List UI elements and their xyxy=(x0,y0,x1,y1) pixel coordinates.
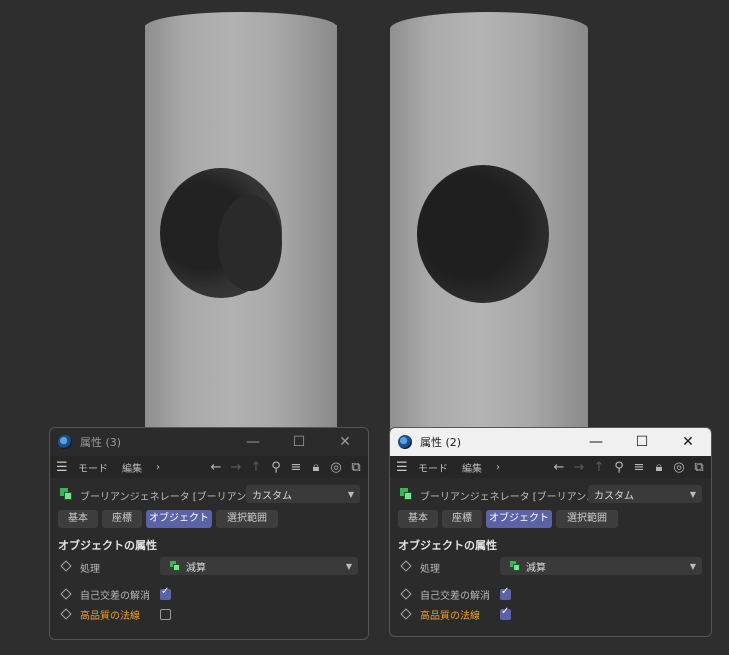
title-bar[interactable]: 属性 (3) — ☐ ✕ xyxy=(50,428,368,456)
window-title: 属性 (3) xyxy=(80,436,122,449)
up-arrow-icon[interactable]: ↑ xyxy=(248,460,264,475)
forward-arrow-icon[interactable]: → xyxy=(228,460,244,475)
keyframe-diamond-icon[interactable] xyxy=(400,608,412,620)
target-icon[interactable]: ◎ xyxy=(328,460,344,475)
menu-mode[interactable]: モード xyxy=(78,460,108,475)
fix-intersection-checkbox[interactable] xyxy=(160,586,171,600)
boolean-object-icon xyxy=(400,488,412,500)
search-icon[interactable]: ⚲ xyxy=(611,460,627,475)
chevron-right-icon[interactable]: › xyxy=(496,462,500,473)
menu-bar: ☰ モード 編集 › ← → ↑ ⚲ ≡ 🔒︎ ◎ ⧉ xyxy=(50,456,368,478)
cylinder-right-hole xyxy=(417,165,549,303)
tab-basic[interactable]: 基本 xyxy=(398,510,438,528)
tab-selection[interactable]: 選択範囲 xyxy=(556,510,618,528)
close-icon[interactable]: ✕ xyxy=(322,428,368,456)
menu-edit[interactable]: 編集 xyxy=(462,460,482,475)
keyframe-diamond-icon[interactable] xyxy=(400,588,412,600)
hamburger-icon[interactable]: ☰ xyxy=(56,460,70,475)
maximize-icon[interactable]: ☐ xyxy=(619,428,665,456)
high-quality-normals-checkbox[interactable] xyxy=(500,606,511,620)
attribute-panel-left: 属性 (3) — ☐ ✕ ☰ モード 編集 › ← → ↑ ⚲ ≡ 🔒︎ ◎ ⧉… xyxy=(49,427,369,640)
keyframe-diamond-icon[interactable] xyxy=(60,608,72,620)
chevron-down-icon: ▼ xyxy=(347,489,354,499)
boolean-subtract-icon xyxy=(510,561,520,571)
boolean-subtract-icon xyxy=(170,561,180,571)
preset-value: カスタム xyxy=(594,490,634,502)
lock-icon[interactable]: 🔒︎ xyxy=(651,460,667,475)
preset-dropdown[interactable]: カスタム ▼ xyxy=(588,485,702,503)
target-icon[interactable]: ◎ xyxy=(671,460,687,475)
preset-dropdown[interactable]: カスタム ▼ xyxy=(246,485,360,503)
attribute-panel-right: 属性 (2) — ☐ ✕ ☰ モード 編集 › ← → ↑ ⚲ ≡ 🔒︎ ◎ ⧉… xyxy=(389,427,712,637)
close-icon[interactable]: ✕ xyxy=(665,428,711,456)
new-window-icon[interactable]: ⧉ xyxy=(348,460,364,475)
back-arrow-icon[interactable]: ← xyxy=(551,460,567,475)
menu-edit[interactable]: 編集 xyxy=(122,460,142,475)
cylinder-left-hole-inner xyxy=(218,195,282,291)
minimize-icon[interactable]: — xyxy=(573,428,619,456)
mode-dropdown[interactable]: 減算 ▼ xyxy=(500,557,702,575)
keyframe-diamond-icon[interactable] xyxy=(60,588,72,600)
menu-mode[interactable]: モード xyxy=(418,460,448,475)
filter-icon[interactable]: ≡ xyxy=(288,460,304,475)
section-title: オブジェクトの属性 xyxy=(58,539,157,552)
fix-intersection-checkbox[interactable] xyxy=(500,586,511,600)
cinema4d-icon xyxy=(398,435,412,449)
chevron-right-icon[interactable]: › xyxy=(156,462,160,473)
high-quality-normals-label: 高品質の法線 xyxy=(420,611,480,622)
mode-dropdown[interactable]: 減算 ▼ xyxy=(160,557,358,575)
tab-basic[interactable]: 基本 xyxy=(58,510,98,528)
fix-intersection-label: 自己交差の解消 xyxy=(80,591,150,602)
keyframe-diamond-icon[interactable] xyxy=(400,560,412,572)
menu-bar: ☰ モード 編集 › ← → ↑ ⚲ ≡ 🔒︎ ◎ ⧉ xyxy=(390,456,711,478)
title-bar[interactable]: 属性 (2) — ☐ ✕ xyxy=(390,428,711,456)
hamburger-icon[interactable]: ☰ xyxy=(396,460,410,475)
mode-label: 処理 xyxy=(420,564,440,575)
object-name: ブーリアンジェネレータ [ブーリアン] xyxy=(80,492,251,503)
lock-icon[interactable]: 🔒︎ xyxy=(308,460,324,475)
object-name: ブーリアンジェネレータ [ブーリアン.1] xyxy=(420,492,600,503)
search-icon[interactable]: ⚲ xyxy=(268,460,284,475)
chevron-down-icon: ▼ xyxy=(345,561,352,571)
fix-intersection-label: 自己交差の解消 xyxy=(420,591,490,602)
tab-selection[interactable]: 選択範囲 xyxy=(216,510,278,528)
maximize-icon[interactable]: ☐ xyxy=(276,428,322,456)
high-quality-normals-checkbox[interactable] xyxy=(160,609,171,620)
high-quality-normals-label: 高品質の法線 xyxy=(80,611,140,622)
cylinder-right-top xyxy=(390,12,588,46)
tab-object[interactable]: オブジェクト xyxy=(146,510,212,528)
tab-object[interactable]: オブジェクト xyxy=(486,510,552,528)
tab-coordinates[interactable]: 座標 xyxy=(442,510,482,528)
preset-value: カスタム xyxy=(252,490,292,502)
back-arrow-icon[interactable]: ← xyxy=(208,460,224,475)
window-title: 属性 (2) xyxy=(420,436,462,449)
keyframe-diamond-icon[interactable] xyxy=(60,560,72,572)
new-window-icon[interactable]: ⧉ xyxy=(691,460,707,475)
chevron-down-icon: ▼ xyxy=(689,561,696,571)
up-arrow-icon[interactable]: ↑ xyxy=(591,460,607,475)
mode-value: 減算 xyxy=(526,562,546,574)
cinema4d-icon xyxy=(58,435,72,449)
mode-label: 処理 xyxy=(80,564,100,575)
filter-icon[interactable]: ≡ xyxy=(631,460,647,475)
boolean-object-icon xyxy=(60,488,72,500)
section-title: オブジェクトの属性 xyxy=(398,539,497,552)
cylinder-left-top xyxy=(145,12,337,42)
mode-value: 減算 xyxy=(186,562,206,574)
forward-arrow-icon[interactable]: → xyxy=(571,460,587,475)
minimize-icon[interactable]: — xyxy=(230,428,276,456)
chevron-down-icon: ▼ xyxy=(689,489,696,499)
tab-coordinates[interactable]: 座標 xyxy=(102,510,142,528)
